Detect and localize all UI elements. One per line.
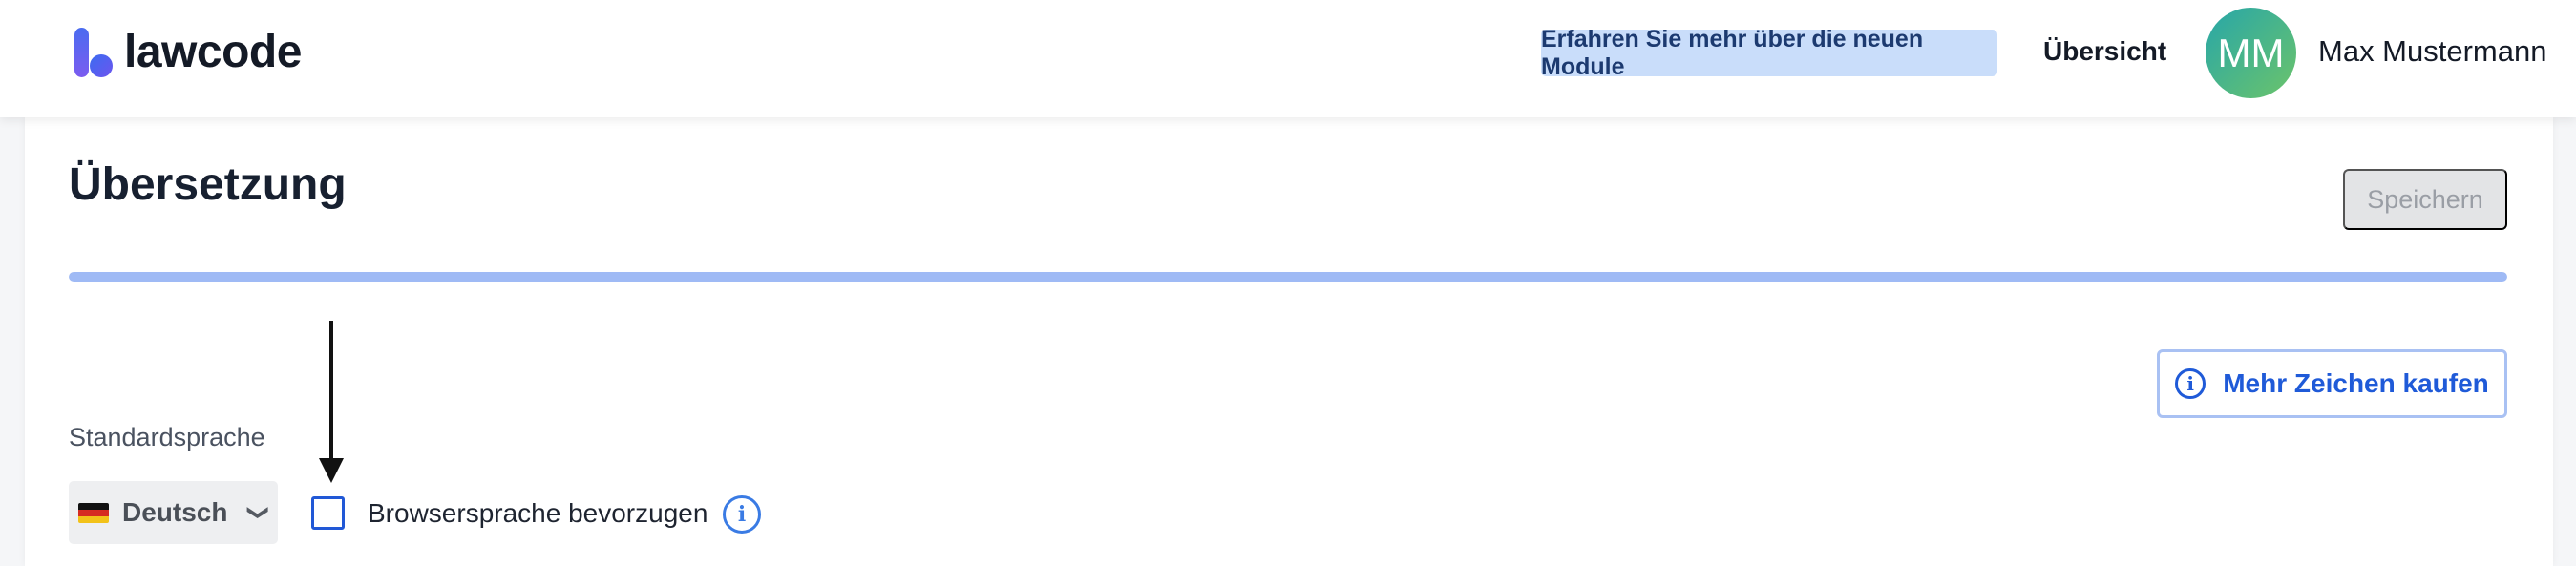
progress-bar [69,272,2507,282]
page-title: Übersetzung [69,159,347,210]
new-modules-promo-button[interactable]: Erfahren Sie mehr über die neuen Module [1541,26,1997,80]
language-select[interactable]: Deutsch ❯ [69,481,278,544]
avatar[interactable]: MM [2206,8,2296,98]
nav-overview-link[interactable]: Übersicht [2043,36,2166,67]
annotation-arrow-head [319,458,344,483]
germany-flag-icon [78,502,109,523]
lawcode-logo[interactable]: lawcode [73,21,302,78]
language-select-value: Deutsch [122,497,228,527]
buy-more-characters-label: Mehr Zeichen kaufen [2223,368,2489,398]
save-button[interactable]: Speichern [2343,169,2507,230]
logo-text: lawcode [124,27,302,77]
annotation-arrow [329,321,333,462]
browser-language-label[interactable]: Browsersprache bevorzugen [368,498,707,529]
chevron-down-icon: ❯ [247,503,272,522]
user-name[interactable]: Max Mustermann [2318,34,2546,69]
progress-bar-fill [69,272,2507,282]
info-icon: i [2175,368,2206,399]
logo-mark-icon [73,26,120,78]
top-header: lawcode Erfahren Sie mehr über die neuen… [0,0,2576,117]
buy-more-characters-button[interactable]: i Mehr Zeichen kaufen [2157,349,2507,418]
default-language-label: Standardsprache [69,423,265,451]
browser-language-checkbox[interactable] [311,496,345,530]
info-icon[interactable]: i [723,495,761,534]
